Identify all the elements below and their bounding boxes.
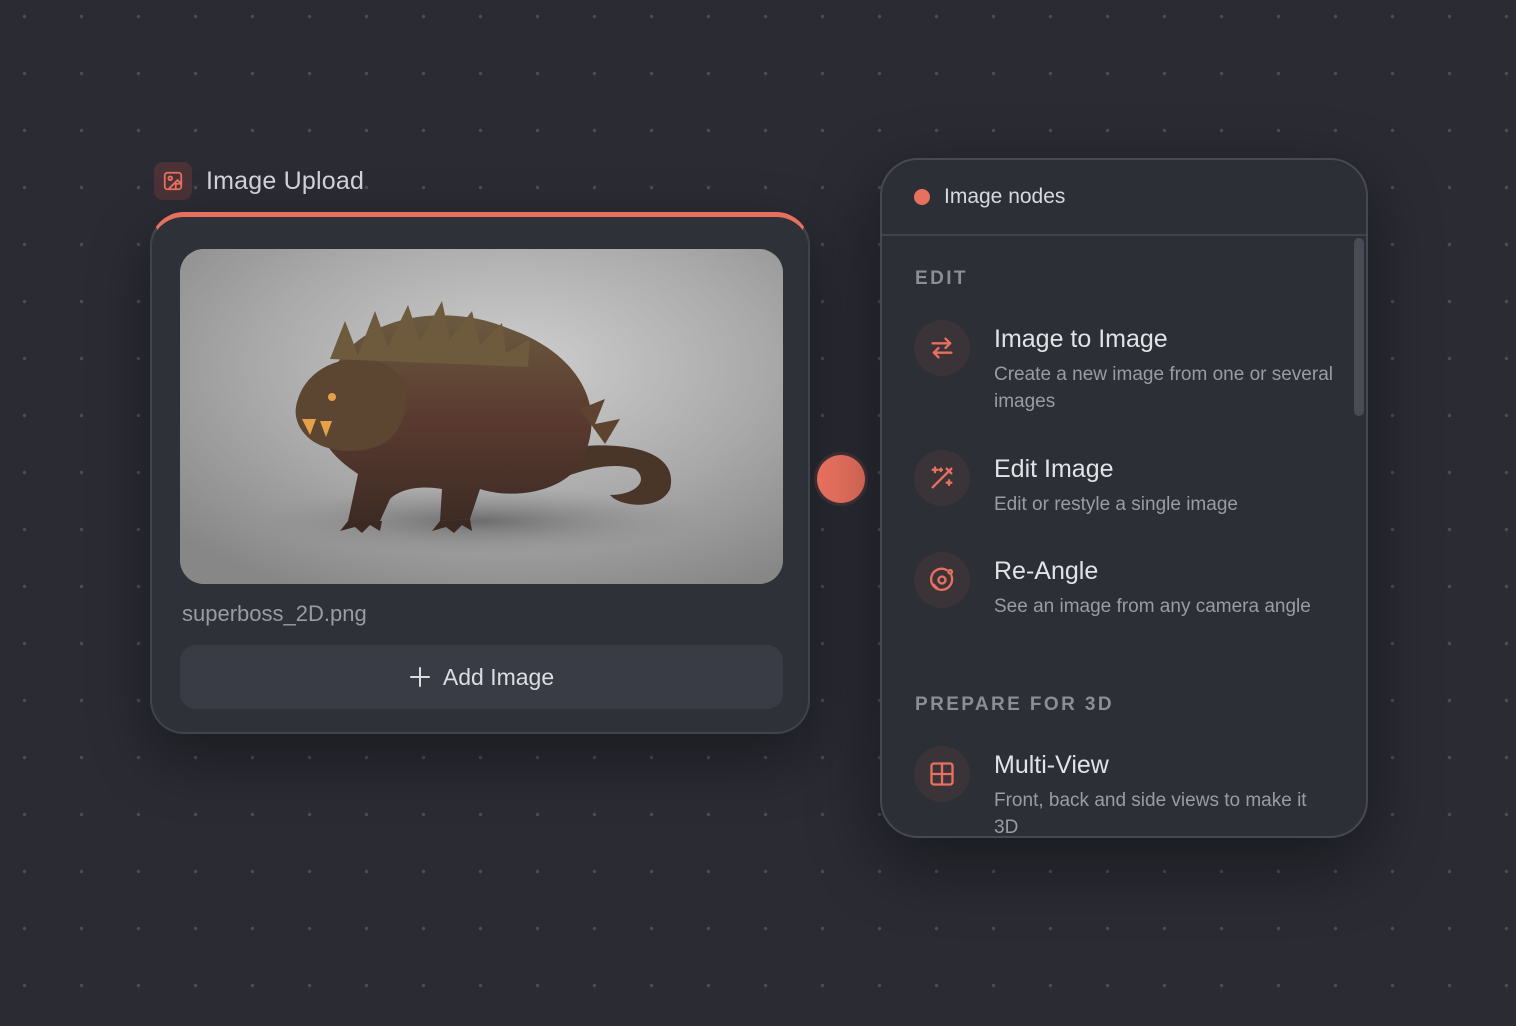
menu-item-multi-view[interactable]: Multi-View Front, back and side views to… (914, 746, 1334, 838)
magic-wand-icon (914, 450, 970, 506)
swap-arrows-icon (914, 320, 970, 376)
orbit-icon (914, 552, 970, 608)
item-description: Edit or restyle a single image (994, 494, 1238, 515)
item-title: Re-Angle (994, 557, 1099, 585)
creature-image (180, 249, 783, 584)
item-title: Image to Image (994, 325, 1168, 353)
menu-item-edit-image[interactable]: Edit Image Edit or restyle a single imag… (914, 450, 1334, 518)
upload-node-title: Image Upload (206, 166, 365, 195)
image-nodes-menu: Image nodes EDIT Image to Image Create a… (880, 158, 1368, 838)
menu-scrollbar[interactable] (1354, 238, 1364, 416)
menu-item-image-to-image[interactable]: Image to Image Create a new image from o… (914, 320, 1334, 415)
upload-node-card[interactable]: superboss_2D.png Add Image (150, 212, 810, 734)
output-connector-handle[interactable] (817, 455, 865, 503)
item-description: Front, back and side views to make it 3D (994, 790, 1307, 838)
grid-icon (914, 746, 970, 802)
status-dot (914, 189, 930, 205)
item-title: Multi-View (994, 751, 1109, 779)
section-label-edit: EDIT (915, 268, 968, 289)
add-image-button[interactable]: Add Image (180, 645, 783, 709)
section-label-prepare-3d: PREPARE FOR 3D (915, 694, 1114, 715)
item-title: Edit Image (994, 455, 1114, 483)
menu-title: Image nodes (944, 185, 1066, 208)
plus-icon (409, 667, 430, 687)
item-description: See an image from any camera angle (994, 596, 1311, 617)
add-image-label: Add Image (442, 663, 555, 690)
upload-node-header: Image Upload (154, 162, 364, 200)
image-upload-icon (154, 162, 192, 200)
menu-header: Image nodes (882, 160, 1366, 236)
item-description: Create a new image from one or several i… (994, 364, 1333, 412)
uploaded-image-preview[interactable] (180, 249, 783, 584)
menu-item-re-angle[interactable]: Re-Angle See an image from any camera an… (914, 552, 1334, 620)
file-name-label: superboss_2D.png (182, 601, 367, 626)
